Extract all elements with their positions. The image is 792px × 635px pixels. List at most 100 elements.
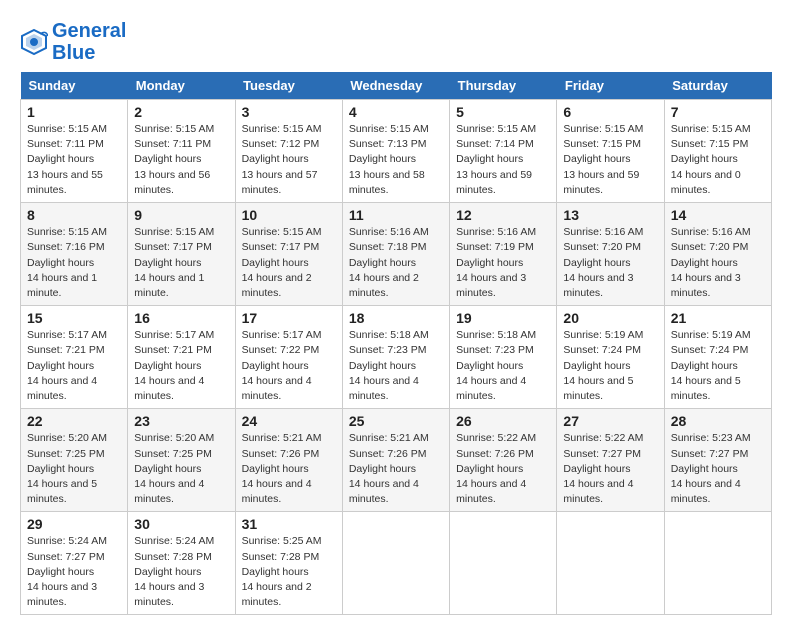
day-number: 29: [27, 516, 121, 532]
weekday-header: Tuesday: [235, 72, 342, 100]
day-number: 24: [242, 413, 336, 429]
day-info: Sunrise: 5:18 AMSunset: 7:23 PMDaylight …: [349, 328, 443, 404]
day-number: 10: [242, 207, 336, 223]
day-info: Sunrise: 5:16 AMSunset: 7:20 PMDaylight …: [563, 225, 657, 301]
day-number: 3: [242, 104, 336, 120]
day-info: Sunrise: 5:15 AMSunset: 7:17 PMDaylight …: [134, 225, 228, 301]
calendar-cell: 19 Sunrise: 5:18 AMSunset: 7:23 PMDaylig…: [450, 306, 557, 409]
day-info: Sunrise: 5:16 AMSunset: 7:20 PMDaylight …: [671, 225, 765, 301]
calendar-cell: 20 Sunrise: 5:19 AMSunset: 7:24 PMDaylig…: [557, 306, 664, 409]
day-info: Sunrise: 5:16 AMSunset: 7:18 PMDaylight …: [349, 225, 443, 301]
calendar-week-row: 8 Sunrise: 5:15 AMSunset: 7:16 PMDayligh…: [21, 203, 772, 306]
calendar-cell: [664, 512, 771, 615]
calendar-cell: [557, 512, 664, 615]
calendar-cell: [450, 512, 557, 615]
day-info: Sunrise: 5:19 AMSunset: 7:24 PMDaylight …: [671, 328, 765, 404]
calendar-cell: 8 Sunrise: 5:15 AMSunset: 7:16 PMDayligh…: [21, 203, 128, 306]
weekday-header: Friday: [557, 72, 664, 100]
calendar-week-row: 1 Sunrise: 5:15 AMSunset: 7:11 PMDayligh…: [21, 100, 772, 203]
day-info: Sunrise: 5:22 AMSunset: 7:26 PMDaylight …: [456, 431, 550, 507]
weekday-header: Wednesday: [342, 72, 449, 100]
day-number: 6: [563, 104, 657, 120]
day-info: Sunrise: 5:16 AMSunset: 7:19 PMDaylight …: [456, 225, 550, 301]
calendar-table: SundayMondayTuesdayWednesdayThursdayFrid…: [20, 72, 772, 615]
logo-icon: [20, 28, 48, 56]
day-number: 13: [563, 207, 657, 223]
day-number: 15: [27, 310, 121, 326]
calendar-cell: 5 Sunrise: 5:15 AMSunset: 7:14 PMDayligh…: [450, 100, 557, 203]
weekday-header: Sunday: [21, 72, 128, 100]
calendar-cell: 31 Sunrise: 5:25 AMSunset: 7:28 PMDaylig…: [235, 512, 342, 615]
day-info: Sunrise: 5:24 AMSunset: 7:27 PMDaylight …: [27, 534, 121, 610]
day-info: Sunrise: 5:15 AMSunset: 7:11 PMDaylight …: [134, 122, 228, 198]
day-info: Sunrise: 5:17 AMSunset: 7:22 PMDaylight …: [242, 328, 336, 404]
calendar-cell: 26 Sunrise: 5:22 AMSunset: 7:26 PMDaylig…: [450, 409, 557, 512]
day-info: Sunrise: 5:23 AMSunset: 7:27 PMDaylight …: [671, 431, 765, 507]
day-info: Sunrise: 5:15 AMSunset: 7:15 PMDaylight …: [671, 122, 765, 198]
logo-text2: Blue: [52, 42, 126, 64]
day-info: Sunrise: 5:15 AMSunset: 7:11 PMDaylight …: [27, 122, 121, 198]
calendar-cell: 28 Sunrise: 5:23 AMSunset: 7:27 PMDaylig…: [664, 409, 771, 512]
weekday-header: Monday: [128, 72, 235, 100]
day-info: Sunrise: 5:18 AMSunset: 7:23 PMDaylight …: [456, 328, 550, 404]
day-info: Sunrise: 5:15 AMSunset: 7:13 PMDaylight …: [349, 122, 443, 198]
day-number: 22: [27, 413, 121, 429]
day-info: Sunrise: 5:22 AMSunset: 7:27 PMDaylight …: [563, 431, 657, 507]
day-info: Sunrise: 5:17 AMSunset: 7:21 PMDaylight …: [134, 328, 228, 404]
calendar-body: 1 Sunrise: 5:15 AMSunset: 7:11 PMDayligh…: [21, 100, 772, 615]
day-number: 23: [134, 413, 228, 429]
calendar-week-row: 29 Sunrise: 5:24 AMSunset: 7:27 PMDaylig…: [21, 512, 772, 615]
day-number: 28: [671, 413, 765, 429]
day-info: Sunrise: 5:24 AMSunset: 7:28 PMDaylight …: [134, 534, 228, 610]
calendar-cell: 15 Sunrise: 5:17 AMSunset: 7:21 PMDaylig…: [21, 306, 128, 409]
day-info: Sunrise: 5:15 AMSunset: 7:17 PMDaylight …: [242, 225, 336, 301]
calendar-cell: 24 Sunrise: 5:21 AMSunset: 7:26 PMDaylig…: [235, 409, 342, 512]
day-info: Sunrise: 5:20 AMSunset: 7:25 PMDaylight …: [27, 431, 121, 507]
calendar-cell: 23 Sunrise: 5:20 AMSunset: 7:25 PMDaylig…: [128, 409, 235, 512]
logo-text: General: [52, 20, 126, 42]
day-number: 2: [134, 104, 228, 120]
day-number: 26: [456, 413, 550, 429]
calendar-cell: 25 Sunrise: 5:21 AMSunset: 7:26 PMDaylig…: [342, 409, 449, 512]
day-info: Sunrise: 5:21 AMSunset: 7:26 PMDaylight …: [242, 431, 336, 507]
calendar-cell: 7 Sunrise: 5:15 AMSunset: 7:15 PMDayligh…: [664, 100, 771, 203]
calendar-cell: 6 Sunrise: 5:15 AMSunset: 7:15 PMDayligh…: [557, 100, 664, 203]
calendar-cell: 18 Sunrise: 5:18 AMSunset: 7:23 PMDaylig…: [342, 306, 449, 409]
day-number: 12: [456, 207, 550, 223]
weekday-header: Thursday: [450, 72, 557, 100]
day-number: 9: [134, 207, 228, 223]
page-header: General Blue: [20, 20, 772, 64]
calendar-week-row: 15 Sunrise: 5:17 AMSunset: 7:21 PMDaylig…: [21, 306, 772, 409]
calendar-cell: 2 Sunrise: 5:15 AMSunset: 7:11 PMDayligh…: [128, 100, 235, 203]
day-info: Sunrise: 5:21 AMSunset: 7:26 PMDaylight …: [349, 431, 443, 507]
day-info: Sunrise: 5:19 AMSunset: 7:24 PMDaylight …: [563, 328, 657, 404]
day-number: 17: [242, 310, 336, 326]
day-number: 8: [27, 207, 121, 223]
day-number: 5: [456, 104, 550, 120]
calendar-cell: [342, 512, 449, 615]
calendar-cell: 10 Sunrise: 5:15 AMSunset: 7:17 PMDaylig…: [235, 203, 342, 306]
weekday-header: Saturday: [664, 72, 771, 100]
day-number: 16: [134, 310, 228, 326]
calendar-cell: 27 Sunrise: 5:22 AMSunset: 7:27 PMDaylig…: [557, 409, 664, 512]
day-info: Sunrise: 5:15 AMSunset: 7:12 PMDaylight …: [242, 122, 336, 198]
day-number: 25: [349, 413, 443, 429]
calendar-cell: 22 Sunrise: 5:20 AMSunset: 7:25 PMDaylig…: [21, 409, 128, 512]
calendar-cell: 12 Sunrise: 5:16 AMSunset: 7:19 PMDaylig…: [450, 203, 557, 306]
calendar-header-row: SundayMondayTuesdayWednesdayThursdayFrid…: [21, 72, 772, 100]
day-number: 1: [27, 104, 121, 120]
day-number: 7: [671, 104, 765, 120]
day-number: 11: [349, 207, 443, 223]
day-number: 30: [134, 516, 228, 532]
calendar-cell: 9 Sunrise: 5:15 AMSunset: 7:17 PMDayligh…: [128, 203, 235, 306]
day-number: 18: [349, 310, 443, 326]
day-number: 27: [563, 413, 657, 429]
calendar-cell: 3 Sunrise: 5:15 AMSunset: 7:12 PMDayligh…: [235, 100, 342, 203]
day-info: Sunrise: 5:15 AMSunset: 7:15 PMDaylight …: [563, 122, 657, 198]
day-info: Sunrise: 5:15 AMSunset: 7:16 PMDaylight …: [27, 225, 121, 301]
day-info: Sunrise: 5:25 AMSunset: 7:28 PMDaylight …: [242, 534, 336, 610]
day-number: 19: [456, 310, 550, 326]
logo: General Blue: [20, 20, 126, 64]
calendar-week-row: 22 Sunrise: 5:20 AMSunset: 7:25 PMDaylig…: [21, 409, 772, 512]
calendar-cell: 16 Sunrise: 5:17 AMSunset: 7:21 PMDaylig…: [128, 306, 235, 409]
